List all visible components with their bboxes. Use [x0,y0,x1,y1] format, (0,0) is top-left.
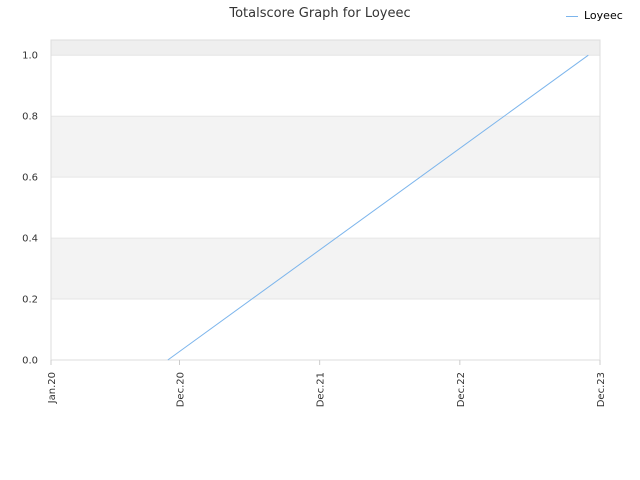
series-line [167,54,589,361]
y-tick-label: 0.6 [22,173,38,184]
x-tick-label: Dec.20 [175,372,186,407]
grid-band [51,238,600,300]
x-tick-label: Dec.23 [596,372,607,407]
grid-bands [51,40,600,300]
y-tick-label: 0.2 [22,295,38,306]
x-axis-ticks: Jan.20 Dec.20 Dec.21 Dec.22 Dec.23 [47,360,607,407]
series-layer [167,54,589,361]
axes [50,39,601,361]
x-tick-label: Jan.20 [47,372,58,404]
y-tick-label: 1.0 [22,51,38,62]
grid-lines [51,54,600,361]
grid-band [51,116,600,178]
grid-band [51,40,600,56]
y-axis-ticks: 0.0 0.2 0.4 0.6 0.8 1.0 [22,51,38,367]
y-tick-label: 0.4 [22,234,38,245]
x-tick-label: Dec.21 [316,372,327,407]
x-tick-label: Dec.22 [456,372,467,407]
plot-frame [50,39,601,361]
plot-area: 0.0 0.2 0.4 0.6 0.8 1.0 Jan.20 Dec.20 Dec.21 Dec… [22,39,607,407]
chart: Totalscore Graph for Loyeec Loyeec 0.0 0.… [0,0,640,480]
y-tick-label: 0.8 [22,112,38,123]
y-tick-label: 0.0 [22,356,38,367]
